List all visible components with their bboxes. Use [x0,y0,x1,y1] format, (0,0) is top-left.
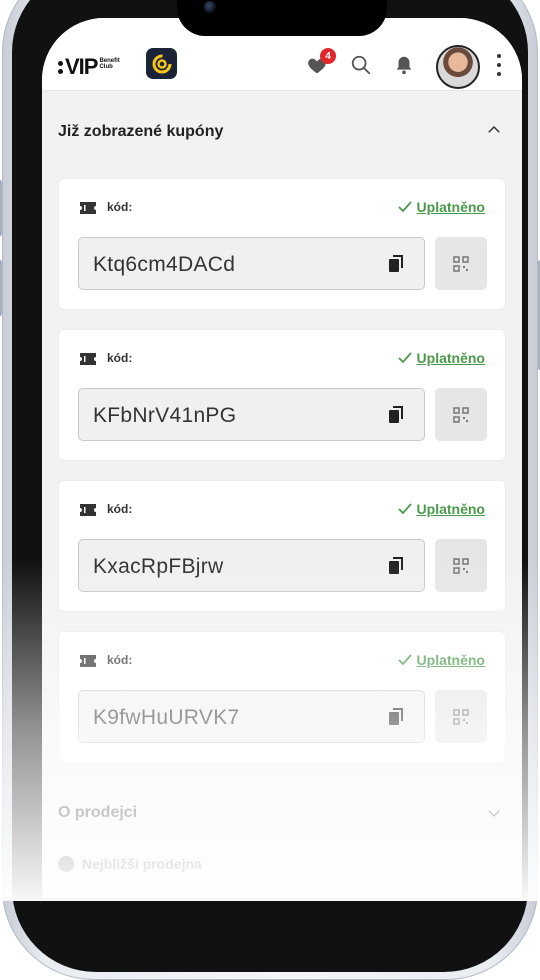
qr-code-icon [453,255,469,272]
ticket-icon [79,201,97,215]
chevron-up-icon[interactable] [485,121,503,139]
qr-code-icon [453,708,469,725]
coupon-code-value: K9fwHuURVK7 [93,706,240,729]
logo-subtext: Benefit Club [99,58,119,70]
code-label: kód: [107,653,133,667]
copy-icon[interactable] [388,406,404,424]
code-label: kód: [107,200,133,214]
user-avatar[interactable] [436,45,480,89]
copy-icon[interactable] [388,255,404,273]
ticket-icon [79,503,97,517]
coupon-card: kód: Uplatněno KFbNrV41nPG [58,329,506,461]
coupon-code-value: Ktq6cm4DACd [93,253,236,276]
status-redeemed[interactable]: Uplatněno [397,199,485,215]
logo-dots [58,60,63,74]
side-button-left-2 [0,260,2,316]
status-link[interactable]: Uplatněno [417,501,485,517]
location-icon [58,856,74,872]
qr-code-button[interactable] [435,690,487,743]
status-link[interactable]: Uplatněno [417,350,485,366]
check-icon [397,654,412,666]
qr-code-icon [453,406,469,423]
phone-bezel: VIP Benefit Club 4 Již zobrazené kupóny … [12,0,528,972]
status-link[interactable]: Uplatněno [417,652,485,668]
coupon-code-field[interactable]: KxacRpFBjrw [78,539,425,592]
search-icon[interactable] [350,54,372,76]
about-seller-section-header[interactable]: O prodejci [42,788,522,848]
qr-code-button[interactable] [435,388,487,441]
qr-code-icon [453,557,469,574]
chevron-down-icon[interactable] [485,804,503,822]
status-redeemed[interactable]: Uplatněno [397,652,485,668]
coupon-card: kód: Uplatněno KxacRpFBjrw [58,480,506,612]
code-label: kód: [107,351,133,365]
logo-text: VIP [65,54,98,79]
side-button-left-1 [0,180,2,236]
qr-code-button[interactable] [435,237,487,290]
coupon-code-field[interactable]: KFbNrV41nPG [78,388,425,441]
qr-code-button[interactable] [435,539,487,592]
status-link[interactable]: Uplatněno [417,199,485,215]
check-icon [397,503,412,515]
more-menu-icon[interactable] [496,54,502,76]
code-label: kód: [107,502,133,516]
app-screen: VIP Benefit Club 4 Již zobrazené kupóny … [42,18,522,898]
partner-app-icon[interactable] [146,48,177,79]
logo-subtext-line2: Club [99,64,113,70]
coupon-card: kód: Uplatněno K9fwHuURVK7 [58,631,506,763]
nearest-store-row[interactable]: Nejbližší prodejna [58,856,202,872]
coupon-code-value: KxacRpFBjrw [93,555,224,578]
vip-benefit-club-logo[interactable]: VIP Benefit Club [58,54,120,80]
section-title: Již zobrazené kupóny [58,123,224,140]
ticket-icon [79,654,97,668]
copy-icon[interactable] [388,557,404,575]
status-redeemed[interactable]: Uplatněno [397,350,485,366]
coupon-code-field[interactable]: K9fwHuURVK7 [78,690,425,743]
coupon-code-value: KFbNrV41nPG [93,404,237,427]
check-icon [397,201,412,213]
coupon-code-field[interactable]: Ktq6cm4DACd [78,237,425,290]
ticket-icon [79,352,97,366]
viewed-coupons-section-header[interactable]: Již zobrazené kupóny [42,91,522,159]
about-seller-title: O prodejci [58,804,138,821]
favorites-count-badge: 4 [320,48,336,64]
copy-icon[interactable] [388,708,404,726]
check-icon [397,352,412,364]
coupon-card: kód: Uplatněno Ktq6cm4DACd [58,178,506,310]
phone-frame: VIP Benefit Club 4 Již zobrazené kupóny … [0,0,540,980]
front-camera [204,1,216,13]
status-redeemed[interactable]: Uplatněno [397,501,485,517]
bell-icon[interactable] [393,54,415,76]
nearest-store-label: Nejbližší prodejna [82,856,202,872]
